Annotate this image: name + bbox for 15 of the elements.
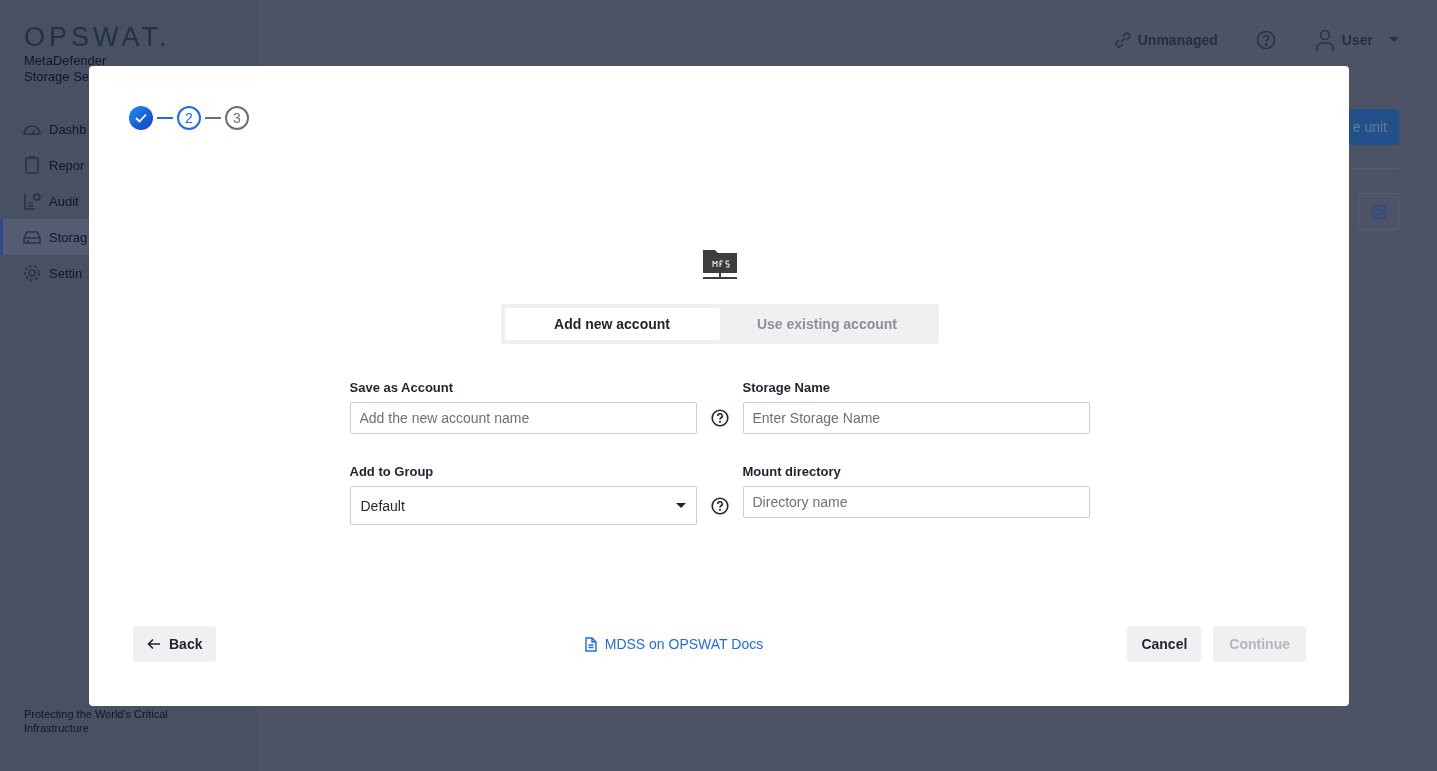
field-label: Add to Group (349, 464, 435, 479)
field-label: Save as Account (349, 380, 455, 395)
field-label: Storage Name (742, 380, 831, 395)
product-name: MetaDefender (23, 53, 108, 69)
step-indicator: 3 (225, 106, 249, 130)
product-name: Storage Se (23, 69, 91, 85)
nav-label: Settin (49, 265, 83, 281)
nav-label: Audit (49, 193, 79, 209)
nav-label: Repor (49, 157, 85, 173)
nav-label: Storag (49, 229, 88, 245)
tagline: Protecting the World's Critical Infrastructure (23, 707, 169, 736)
field-label: Mount directory (742, 464, 842, 479)
nav-label: Dashb (49, 121, 87, 137)
select-value: Default (360, 497, 405, 514)
step-indicator: 2 (177, 106, 201, 130)
